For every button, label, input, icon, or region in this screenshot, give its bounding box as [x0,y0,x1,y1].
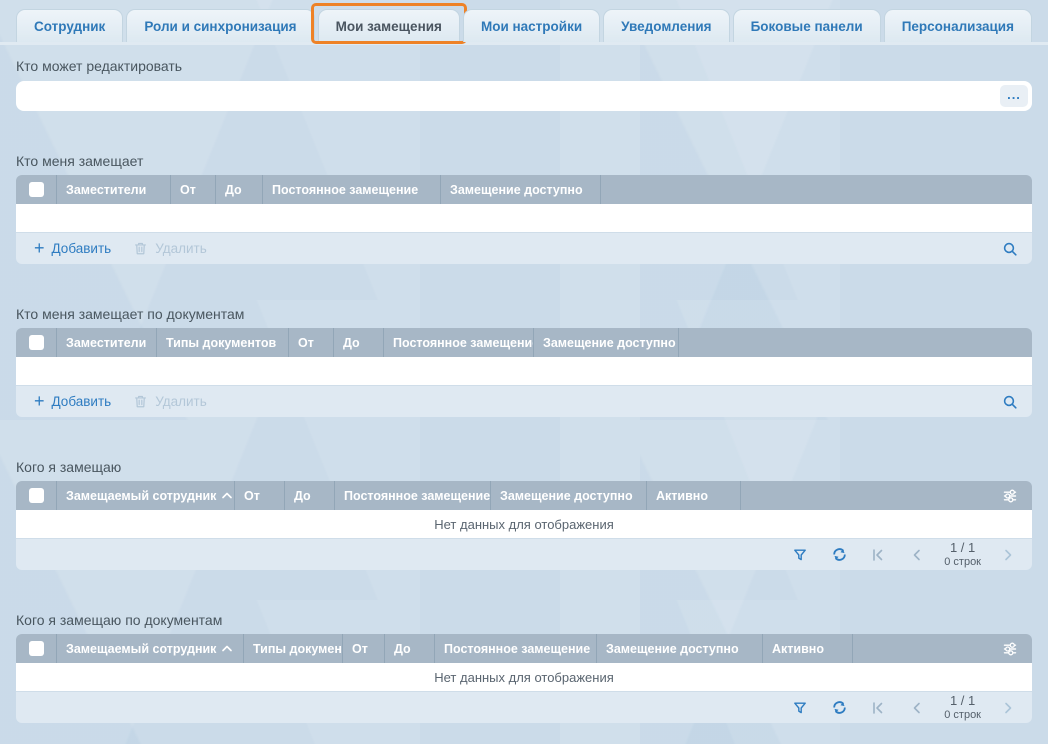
table-whom-i-substitute-by-documents: Замещаемый сотрудник Типы документов От … [16,634,1032,723]
column-header-permanent[interactable]: Постоянное замещение [434,634,596,663]
tabbar-bottom-strip [0,42,1048,45]
page-indicator: 1 / 1 0 строк [944,541,981,569]
column-header-active[interactable]: Активно [762,634,852,663]
column-header-filler [852,634,1032,663]
trash-icon [133,394,148,409]
column-header-substituted-employee[interactable]: Замещаемый сотрудник [56,634,243,663]
sort-asc-icon [222,492,232,499]
pagination-bar: 1 / 1 0 строк [16,691,1032,723]
table-header-row: Замещаемый сотрудник От До Постоянное за… [16,481,1032,510]
tab-roles-sync[interactable]: Роли и синхронизация [126,9,314,42]
table-header-row: Замещаемый сотрудник Типы документов От … [16,634,1032,663]
column-header-to[interactable]: До [384,634,434,663]
refresh-icon[interactable] [827,696,851,720]
table4-title: Кого я замещаю по документам [16,612,1032,628]
delete-button[interactable]: Удалить [125,394,215,409]
column-header-substituted-employee[interactable]: Замещаемый сотрудник [56,481,234,510]
table-who-substitutes-me-by-documents: Заместители Типы документов От До Постоя… [16,328,1032,417]
editors-input[interactable] [16,81,1032,111]
refresh-icon[interactable] [827,543,851,567]
add-button[interactable]: + Добавить [26,241,119,257]
column-header-filler [678,328,1032,357]
column-header-available[interactable]: Замещение доступно [490,481,646,510]
next-page-icon[interactable] [996,543,1020,567]
column-header-permanent[interactable]: Постоянное замещение [383,328,533,357]
table1-title: Кто меня замещает [16,153,1032,169]
no-data-row: Нет данных для отображения [16,510,1032,538]
next-page-icon[interactable] [996,696,1020,720]
search-icon[interactable] [998,237,1022,261]
first-page-icon[interactable] [866,696,890,720]
column-header-to[interactable]: До [284,481,334,510]
table3-title: Кого я замещаю [16,459,1032,475]
first-page-icon[interactable] [866,543,890,567]
select-all-checkbox[interactable] [29,488,44,503]
table-empty-row [16,357,1032,385]
column-header-filler [600,175,1032,204]
column-settings-icon[interactable] [998,637,1022,661]
no-data-row: Нет данных для отображения [16,663,1032,691]
tab-content: Кто может редактировать ... Кто меня зам… [0,58,1048,723]
column-header-substitutes[interactable]: Заместители [56,328,156,357]
column-header-available[interactable]: Замещение доступно [440,175,600,204]
tab-personalization[interactable]: Персонализация [884,9,1032,42]
tab-my-substitutions[interactable]: Мои замещения [318,9,460,42]
pagination-bar: 1 / 1 0 строк [16,538,1032,570]
filter-icon[interactable] [788,543,812,567]
table-toolbar: + Добавить Удалить [16,385,1032,417]
add-button[interactable]: + Добавить [26,394,119,410]
column-header-doc-types[interactable]: Типы документов [243,634,342,663]
tab-employee[interactable]: Сотрудник [16,9,123,42]
page-indicator: 1 / 1 0 строк [944,694,981,722]
prev-page-icon[interactable] [905,696,929,720]
column-header-active[interactable]: Активно [646,481,740,510]
sort-asc-icon [222,645,232,652]
column-settings-icon[interactable] [998,484,1022,508]
tab-my-settings[interactable]: Мои настройки [463,9,600,42]
table-toolbar: + Добавить Удалить [16,232,1032,264]
delete-button[interactable]: Удалить [125,241,215,256]
column-header-from[interactable]: От [342,634,384,663]
trash-icon [133,241,148,256]
column-header-substitutes[interactable]: Заместители [56,175,170,204]
select-all-checkbox[interactable] [29,182,44,197]
column-header-from[interactable]: От [170,175,215,204]
select-all-cell [16,481,56,510]
editors-field-wrap: ... [16,81,1032,111]
table-whom-i-substitute: Замещаемый сотрудник От До Постоянное за… [16,481,1032,570]
column-header-to[interactable]: До [215,175,262,204]
tab-bar: Сотрудник Роли и синхронизация Мои замещ… [0,0,1048,42]
select-all-checkbox[interactable] [29,641,44,656]
column-header-permanent[interactable]: Постоянное замещение [334,481,490,510]
select-all-cell [16,328,56,357]
select-all-cell [16,634,56,663]
column-header-to[interactable]: До [333,328,383,357]
tab-side-panels[interactable]: Боковые панели [733,9,881,42]
column-header-available[interactable]: Замещение доступно [533,328,678,357]
filter-icon[interactable] [788,696,812,720]
column-header-from[interactable]: От [234,481,284,510]
table2-title: Кто меня замещает по документам [16,306,1032,322]
column-header-available[interactable]: Замещение доступно [596,634,762,663]
table-header-row: Заместители Типы документов От До Постоя… [16,328,1032,357]
column-header-permanent[interactable]: Постоянное замещение [262,175,440,204]
plus-icon: + [34,392,45,410]
select-all-checkbox[interactable] [29,335,44,350]
prev-page-icon[interactable] [905,543,929,567]
select-all-cell [16,175,56,204]
table-header-row: Заместители От До Постоянное замещение З… [16,175,1032,204]
search-icon[interactable] [998,390,1022,414]
ellipsis-button[interactable]: ... [1000,85,1028,107]
settings-page: Сотрудник Роли и синхронизация Мои замещ… [0,0,1048,744]
column-header-doc-types[interactable]: Типы документов [156,328,288,357]
table-empty-row [16,204,1032,232]
plus-icon: + [34,239,45,257]
tab-notifications[interactable]: Уведомления [603,9,729,42]
column-header-from[interactable]: От [288,328,333,357]
editors-label: Кто может редактировать [16,58,1032,74]
column-header-filler [740,481,1032,510]
table-who-substitutes-me: Заместители От До Постоянное замещение З… [16,175,1032,264]
